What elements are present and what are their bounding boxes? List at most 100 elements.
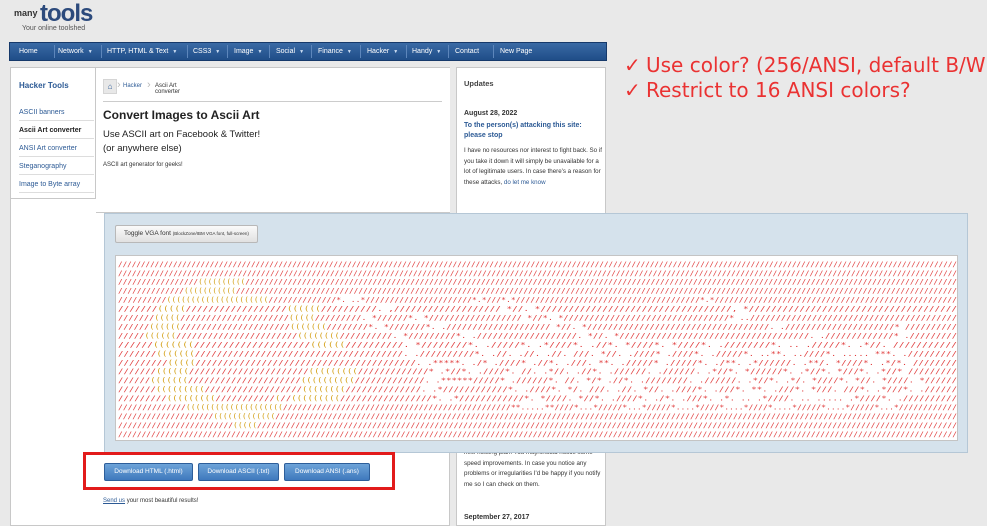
logo-big-text: tools: [40, 0, 93, 27]
chevron-down-icon: ▼: [436, 49, 442, 55]
ascii-art-row: /////((((((///////////////////////((((((…: [118, 331, 957, 340]
update-contact-link[interactable]: do let me know: [504, 179, 546, 186]
nav-label: CSS3: [193, 48, 212, 55]
nav-divider: [448, 45, 449, 58]
nav-item-network[interactable]: Network ▼: [58, 43, 93, 60]
download-ascii-button[interactable]: Download ASCII (.txt): [198, 463, 279, 481]
nav-item-hacker[interactable]: Hacker ▼: [367, 43, 398, 60]
ascii-art-row: //////////////((((((((((((((((((((//////…: [118, 403, 957, 412]
ascii-art-output[interactable]: ////////////////////////////////////////…: [115, 255, 958, 441]
sidebar-item-ascii-art-converter[interactable]: Ascii Art converter: [19, 127, 94, 139]
chevron-down-icon: ▼: [215, 49, 221, 55]
chevron-down-icon: ▼: [172, 49, 178, 55]
ascii-art-row: //////////////(((((((((((///////////////…: [118, 286, 957, 295]
annotation-text: Use color? (256/ANSI, default B/W): [646, 53, 987, 77]
sidebar-item-ascii-banners[interactable]: ASCII banners: [19, 109, 94, 121]
ascii-art-row: ////////////////////(((((((((((((///////…: [118, 411, 957, 420]
breadcrumb-arrow-icon: ›: [147, 79, 151, 91]
ascii-art-row: ////////////////////////(((((///////////…: [118, 420, 957, 429]
nav-divider: [101, 45, 102, 58]
nav-item-social[interactable]: Social ▼: [276, 43, 304, 60]
nav-label: Handy: [412, 48, 433, 55]
site-tagline: Your online toolshed: [22, 25, 86, 32]
nav-label: HTTP, HTML & Text: [107, 48, 169, 55]
nav-label: Social: [276, 48, 296, 55]
update-date: August 28, 2022: [464, 110, 518, 117]
toggle-note: (BlockZone/IBM VGA font, full-screen): [172, 231, 249, 236]
page: many tools Your online toolshed Home Net…: [0, 0, 987, 526]
ascii-art-row: ////////////////////////////////////////…: [118, 259, 957, 268]
page-subtitle-note: (or anywhere else): [103, 143, 182, 154]
update-date: September 27, 2017: [464, 514, 530, 521]
sidebar-title: Hacker Tools: [19, 81, 69, 90]
chevron-down-icon: ▼: [299, 49, 305, 55]
nav-label: Network: [58, 48, 84, 55]
sidebar-item-steganography[interactable]: Steganography: [19, 163, 94, 175]
send-us-text: Send us your most beautiful results!: [103, 498, 198, 504]
nav-item-css3[interactable]: CSS3 ▼: [193, 43, 220, 60]
nav-label: Contact: [455, 48, 480, 55]
breadcrumb-hacker[interactable]: Hacker: [123, 83, 142, 89]
nav-divider: [311, 45, 312, 58]
nav-label: Hacker: [367, 48, 390, 55]
ascii-result-panel: Toggle VGA font (BlockZone/IBM VGA font,…: [104, 213, 968, 453]
updates-title: Updates: [464, 79, 494, 88]
download-html-button[interactable]: Download HTML (.html): [104, 463, 193, 481]
page-title: Convert Images to Ascii Art: [103, 108, 260, 122]
ascii-art-row: ///////(((((/////////////////////(((((//…: [118, 313, 957, 322]
ascii-art-row: //////(((((((/////////////////////((((((…: [118, 376, 957, 385]
annotation-text: Restrict to 16 ANSI colors?: [646, 78, 911, 102]
nav-divider: [493, 45, 494, 58]
download-ansi-button[interactable]: Download ANSI (.ans): [284, 463, 370, 481]
update-body-continued: new hosting plan. You may/should notice …: [464, 449, 601, 488]
nav-divider: [269, 45, 270, 58]
nav-label: New Page: [500, 48, 533, 55]
send-us-link[interactable]: Send us: [103, 498, 125, 504]
nav-divider: [54, 45, 55, 58]
update-headline[interactable]: To the person(s) attacking this site: pl…: [464, 121, 604, 140]
nav-item-http[interactable]: HTTP, HTML & Text ▼: [107, 43, 177, 60]
checkmark-icon: ✓: [624, 53, 641, 77]
chevron-down-icon: ▼: [346, 49, 352, 55]
ascii-art-row: /////////(((((//////////////////////////…: [118, 358, 957, 367]
ascii-art-row: //////(((((((////////////////////((((((/…: [118, 340, 957, 349]
sidebar-item-image-to-byte-array[interactable]: Image to Byte array: [19, 181, 94, 193]
nav-divider: [406, 45, 407, 58]
main-navigation: Home Network ▼ HTTP, HTML & Text ▼ CSS3 ▼ I…: [9, 42, 607, 61]
page-tagline: ASCII art generator for geeks!: [103, 162, 183, 168]
ascii-art-row: /////////////////((((((((((/////////////…: [118, 277, 957, 286]
breadcrumb-current: Ascii Art converter: [155, 83, 181, 95]
ascii-art-row: ////////////////////////////////////////…: [118, 268, 957, 277]
ascii-art-row: ///////((((((//////////////////////(((((…: [118, 367, 957, 376]
nav-label: Home: [19, 48, 38, 55]
page-subtitle: Use ASCII art on Facebook & Twitter!: [103, 129, 261, 140]
ascii-art-row: /////////(((((((((///////////(//((((((((…: [118, 394, 957, 403]
ascii-art-row: ////////////////////////////////////////…: [118, 429, 957, 438]
sidebar-item-ansi-art-converter[interactable]: ANSI Art converter: [19, 145, 94, 157]
nav-divider: [187, 45, 188, 58]
toggle-vga-font-button[interactable]: Toggle VGA font (BlockZone/IBM VGA font,…: [115, 225, 258, 243]
sidebar-panel: Hacker Tools ASCII banners Ascii Art con…: [10, 67, 96, 199]
home-icon[interactable]: ⌂: [103, 79, 117, 94]
ascii-art-row: ///////(((((//////////////////((((((////…: [118, 304, 957, 313]
nav-label: Finance: [318, 48, 343, 55]
nav-item-contact[interactable]: Contact: [455, 43, 479, 60]
nav-label: Image: [234, 48, 254, 55]
ascii-art-canvas: ////////////////////////////////////////…: [118, 259, 957, 438]
send-us-caption: your most beautiful results!: [126, 498, 199, 504]
nav-item-handy[interactable]: Handy ▼: [412, 43, 441, 60]
nav-item-finance[interactable]: Finance ▼: [318, 43, 352, 60]
nav-item-home[interactable]: Home: [19, 43, 38, 60]
annotation-16-colors: ✓ Restrict to 16 ANSI colors?: [624, 78, 911, 102]
annotation-use-color: ✓ Use color? (256/ANSI, default B/W): [624, 53, 987, 77]
toggle-label: Toggle VGA font: [124, 230, 171, 237]
nav-item-image[interactable]: Image ▼: [234, 43, 262, 60]
nav-divider: [360, 45, 361, 58]
ascii-art-row: ///////(((((((((//////////////////((((((…: [118, 385, 957, 394]
nav-item-new-page[interactable]: New Page: [500, 43, 532, 60]
ascii-art-row: //////((((((/////////////////////(((((((…: [118, 322, 957, 331]
chevron-down-icon: ▼: [257, 49, 263, 55]
checkmark-icon: ✓: [624, 78, 641, 102]
logo-small-text: many: [14, 8, 38, 18]
breadcrumb-arrow-icon: ›: [117, 79, 121, 91]
